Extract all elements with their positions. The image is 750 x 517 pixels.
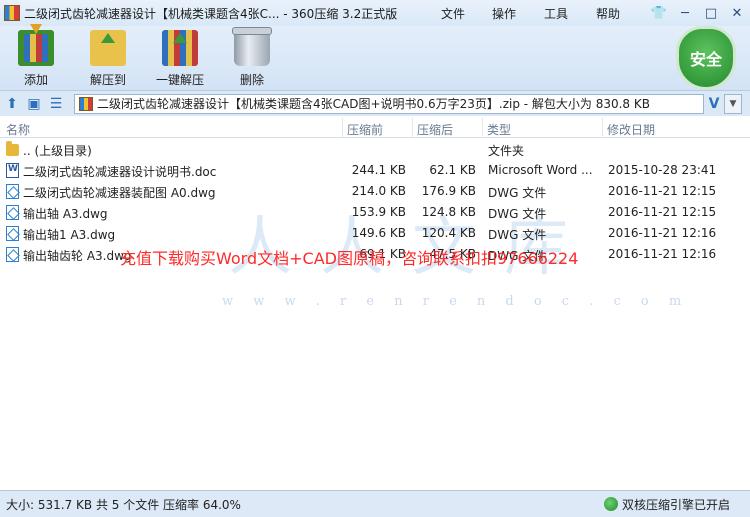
archive-path: 二级闭式齿轮减速器设计【机械类课题含4张CAD图+说明书0.6万字23页】.zi… [97, 97, 650, 111]
security-badge[interactable]: 安全 [676, 26, 736, 90]
file-size: 214.0 KB [351, 184, 406, 198]
window-title: 二级闭式齿轮减速器设计【机械类课题含4张C... - 360压缩 3.2正式版 [24, 6, 398, 21]
minimize-icon[interactable]: ─ [672, 6, 698, 21]
file-name: 输出轴齿轮 A3.dwg [23, 249, 132, 263]
chevron-down-icon[interactable]: ▼ [724, 93, 742, 114]
folder-icon [6, 141, 19, 156]
menu-help[interactable]: 帮助 [582, 5, 634, 22]
file-name: 二级闭式齿轮减速器设计说明书.doc [23, 165, 217, 179]
menu-file[interactable]: 文件 [428, 5, 478, 22]
col-date[interactable]: 修改日期 [607, 121, 655, 138]
engine-on-icon [603, 497, 618, 511]
delete-label: 删除 [239, 73, 264, 87]
status-summary: 大小: 531.7 KB 共 5 个文件 压缩率 64.0% [6, 497, 241, 512]
dwg-file-icon [6, 226, 19, 241]
menu-bar: 文件 操作 工具 帮助 [428, 5, 634, 22]
col-type[interactable]: 类型 [487, 121, 511, 138]
file-date: 2015-10-28 23:41 [608, 163, 717, 177]
title-bar: 二级闭式齿轮减速器设计【机械类课题含4张C... - 360压缩 3.2正式版 … [0, 0, 750, 26]
shirt-icon[interactable]: 👕 [646, 6, 672, 21]
file-size: 153.9 KB [351, 205, 406, 219]
add-label: 添加 [23, 73, 48, 87]
list-item[interactable]: 二级闭式齿轮减速器装配图 A0.dwg 214.0 KB 176.9 KB DW… [0, 181, 750, 202]
list-item[interactable]: 二级闭式齿轮减速器设计说明书.doc 244.1 KB 62.1 KB Micr… [0, 160, 750, 181]
dwg-file-icon [6, 184, 19, 199]
col-size[interactable]: 压缩前 [347, 121, 383, 138]
extract-to-button[interactable]: 解压到 [72, 26, 144, 90]
one-click-extract-label: 一键解压 [155, 73, 204, 87]
extract-to-icon [90, 30, 126, 66]
zip-icon [79, 96, 93, 111]
col-name[interactable]: 名称 [6, 121, 30, 138]
file-type: DWG 文件 [488, 207, 547, 221]
address-bar: ⬆ ▣ ☰ 二级闭式齿轮减速器设计【机械类课题含4张CAD图+说明书0.6万字2… [0, 90, 750, 116]
file-type: 文件夹 [488, 144, 525, 158]
status-bar: 大小: 531.7 KB 共 5 个文件 压缩率 64.0% 双核压缩引擎已开启 [0, 490, 750, 517]
file-name: 二级闭式齿轮减速器装配图 A0.dwg [23, 186, 216, 200]
file-name: 输出轴 A3.dwg [23, 207, 108, 221]
word-document-icon [6, 163, 19, 178]
maximize-icon[interactable]: □ [698, 6, 724, 21]
window-controls: 👕 ─ □ ✕ [646, 0, 750, 26]
trash-icon [232, 27, 272, 66]
file-date: 2016-11-21 12:16 [608, 226, 717, 240]
list-item[interactable]: .. (上级目录) 文件夹 [0, 139, 750, 160]
list-item[interactable]: 输出轴1 A3.dwg 149.6 KB 120.4 KB DWG 文件 201… [0, 223, 750, 244]
menu-operation[interactable]: 操作 [478, 5, 530, 22]
extract-to-label: 解压到 [89, 73, 126, 87]
add-button[interactable]: 添加 [0, 24, 72, 90]
menu-tools[interactable]: 工具 [530, 5, 582, 22]
file-packed: 176.9 KB [421, 184, 476, 198]
large-icons-view-icon[interactable]: ▣ [24, 94, 44, 114]
list-view-icon[interactable]: ☰ [46, 94, 66, 114]
add-archive-icon [18, 24, 54, 66]
one-click-extract-button[interactable]: 一键解压 [144, 26, 216, 90]
file-packed: 124.8 KB [421, 205, 476, 219]
delete-button[interactable]: 删除 [216, 26, 288, 90]
dwg-file-icon [6, 247, 19, 262]
watermark-text: 充值下载购买Word文档+CAD图原稿，咨询联系扣扣97666224 [120, 249, 579, 268]
close-icon[interactable]: ✕ [724, 6, 750, 21]
toolbar: 添加 解压到 一键解压 删除 [0, 24, 750, 90]
list-item[interactable]: 输出轴 A3.dwg 153.9 KB 124.8 KB DWG 文件 2016… [0, 202, 750, 223]
app-icon [4, 5, 20, 21]
engine-status[interactable]: 双核压缩引擎已开启 [603, 496, 730, 513]
file-name: 输出轴1 A3.dwg [23, 228, 116, 242]
file-list-header: 名称 压缩前 压缩后 类型 修改日期 [0, 118, 750, 138]
up-arrow-icon[interactable]: ⬆ [2, 94, 22, 114]
file-date: 2016-11-21 12:15 [608, 205, 717, 219]
watermark-url: w w w . r e n r e n d o c . c o m [222, 294, 690, 309]
dwg-file-icon [6, 205, 19, 220]
file-size: 149.6 KB [351, 226, 406, 240]
file-date: 2016-11-21 12:15 [608, 184, 717, 198]
file-type: DWG 文件 [488, 228, 547, 242]
file-packed: 120.4 KB [421, 226, 476, 240]
file-type: Microsoft Word ... [488, 163, 593, 177]
file-size: 244.1 KB [351, 163, 406, 177]
file-name: .. (上级目录) [23, 144, 92, 158]
file-packed: 62.1 KB [429, 163, 476, 177]
col-packed[interactable]: 压缩后 [417, 121, 453, 138]
file-type: DWG 文件 [488, 186, 547, 200]
file-date: 2016-11-21 12:16 [608, 247, 717, 261]
engine-status-text: 双核压缩引擎已开启 [621, 497, 730, 512]
verify-icon[interactable]: V [704, 96, 724, 112]
one-click-extract-icon [162, 30, 198, 66]
archive-path-field[interactable]: 二级闭式齿轮减速器设计【机械类课题含4张CAD图+说明书0.6万字23页】.zi… [74, 93, 704, 114]
